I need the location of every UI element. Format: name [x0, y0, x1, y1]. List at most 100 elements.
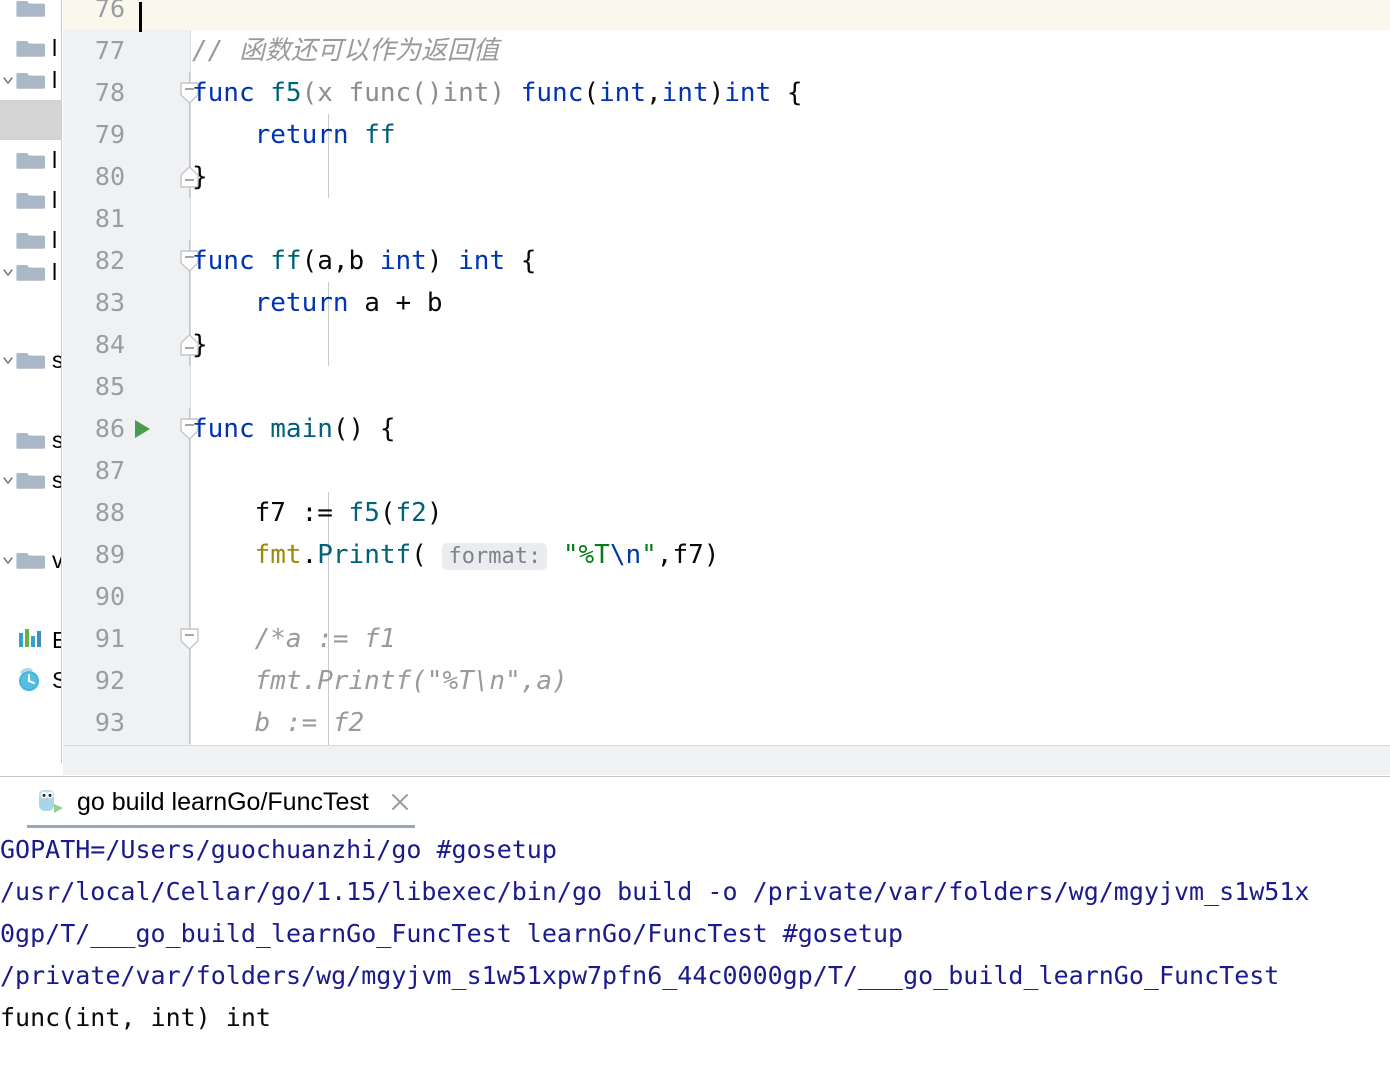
fold-region-line: [189, 282, 190, 324]
console-line: func(int, int) int: [0, 1003, 271, 1032]
code-token-plain: (a,b: [301, 246, 380, 276]
line-number: 91: [94, 624, 125, 653]
code-token-fn: f5: [348, 498, 380, 528]
folder-icon: [16, 148, 46, 172]
code-line: func f5(x func()int) func(int,int)int {: [192, 72, 803, 114]
sidebar-item-10[interactable]: s: [0, 420, 61, 460]
sidebar-item-3[interactable]: l: [0, 60, 61, 100]
code-token-plain: ,f7): [656, 540, 720, 570]
chevron-down-icon[interactable]: [0, 266, 16, 278]
code-token-fn: main: [270, 414, 333, 444]
code-token-plain: }: [192, 330, 208, 360]
run-tab-active-indicator: [27, 825, 415, 828]
sidebar-item-scratches[interactable]: Scr: [0, 660, 61, 700]
ide-window: llllllsssv Ext: [0, 0, 1390, 1072]
code-line: b := f2: [192, 702, 365, 744]
code-token-kw: func: [192, 414, 271, 444]
code-token-plain: {: [771, 78, 803, 108]
code-line: fmt.Printf( format: "%T\n",f7): [192, 534, 719, 576]
sidebar-item-label: l: [52, 66, 58, 93]
sidebar-item-5[interactable]: l: [0, 140, 61, 180]
code-token-plain: a + b: [364, 288, 443, 318]
code-line: return ff: [192, 114, 396, 156]
code-token-plain: (: [379, 498, 396, 528]
sidebar-item-label: s: [52, 347, 61, 374]
run-tab-go-build[interactable]: go build learnGo/FuncTest: [27, 777, 421, 827]
console-line: /private/var/folders/wg/mgyjvm_s1w51xpw7…: [0, 961, 1280, 990]
code-token-fn: ff: [364, 120, 396, 150]
run-console-output[interactable]: GOPATH=/Users/guochuanzhi/go #gosetup/us…: [0, 829, 1390, 1072]
run-gutter-icon[interactable]: [135, 420, 150, 438]
sidebar-item-label: l: [52, 258, 58, 285]
fold-region-line: [189, 702, 190, 744]
folder-icon: [16, 68, 46, 92]
code-token-kw: return: [254, 288, 365, 318]
code-line: /*a := f1: [192, 618, 396, 660]
code-token-plain: {: [505, 246, 537, 276]
chevron-down-icon[interactable]: [0, 354, 16, 366]
sidebar-item-label: l: [52, 34, 58, 61]
folder-icon: [16, 188, 46, 212]
project-tree-sidebar[interactable]: llllllsssv Ext: [0, 0, 62, 763]
line-number: 80: [94, 162, 125, 191]
code-token-cmt: // 函数还可以作为返回值: [192, 36, 499, 66]
fold-region-line: [189, 492, 190, 534]
chevron-down-icon[interactable]: [0, 74, 16, 86]
code-token-plain: ): [426, 246, 459, 276]
code-token-dim: (x func()int): [301, 78, 506, 108]
close-icon[interactable]: [389, 791, 411, 813]
sidebar-item-4[interactable]: [0, 100, 61, 140]
line-number: 78: [94, 78, 125, 107]
line-number: 93: [94, 708, 125, 737]
sidebar-item-label: s: [52, 467, 61, 494]
code-token-kw: int: [379, 246, 427, 276]
go-gopher-run-icon: [35, 787, 65, 817]
code-token-kw: int: [599, 78, 646, 108]
sidebar-item-6[interactable]: l: [0, 180, 61, 220]
text-caret: [139, 2, 142, 32]
folder-icon: [16, 0, 46, 20]
code-token-kw: func: [505, 78, 584, 108]
code-line: func ff(a,b int) int {: [192, 240, 536, 282]
sidebar-item-12[interactable]: v: [0, 540, 61, 580]
sidebar-item-1[interactable]: [0, 0, 61, 28]
code-token-plain: .: [301, 540, 318, 570]
editor-bottom-strip: [63, 745, 1390, 775]
code-editor[interactable]: 76 77 78 79 80 81 82 83 84 85 86 87 88 89 90 91 92 93 // …: [63, 0, 1390, 745]
folder-icon: [16, 428, 46, 452]
library-bars-icon: [16, 627, 46, 653]
chevron-down-icon[interactable]: [0, 554, 16, 566]
code-token-str: "%T: [562, 540, 610, 570]
code-line: }: [192, 156, 208, 198]
sidebar-item-external-libraries-label: Ext: [52, 627, 61, 654]
chevron-down-icon[interactable]: [0, 474, 16, 486]
folder-icon: [16, 348, 46, 372]
folder-icon: [16, 228, 46, 252]
code-token-esc: \n: [609, 540, 642, 570]
code-token-str: ": [641, 540, 657, 570]
line-number: 82: [94, 246, 125, 275]
sidebar-item-external-libraries[interactable]: Ext: [0, 620, 61, 660]
code-token-plain: ,: [646, 78, 662, 108]
fold-region-line: [189, 450, 190, 492]
sidebar-item-8[interactable]: l: [0, 252, 61, 292]
code-token-kw: int: [724, 78, 772, 108]
code-token-plain: ): [426, 498, 443, 528]
fold-region-line: [189, 576, 190, 618]
line-number: 85: [94, 372, 125, 401]
sidebar-item-11[interactable]: s: [0, 460, 61, 500]
code-token-kw: func: [192, 78, 271, 108]
code-text-layer[interactable]: // 函数还可以作为返回值 func f5(x func()int) func(i…: [192, 0, 1390, 745]
sidebar-item-label: l: [52, 226, 58, 253]
code-token-kw: int: [661, 78, 709, 108]
fold-region-line: [189, 660, 190, 702]
code-line: f7 := f5(f2): [192, 492, 443, 534]
line-number: 79: [94, 120, 125, 149]
code-token-cmt: b := f2: [192, 708, 365, 738]
sidebar-item-9[interactable]: s: [0, 340, 61, 380]
line-number: 90: [94, 582, 125, 611]
code-line: // 函数还可以作为返回值: [192, 30, 499, 72]
